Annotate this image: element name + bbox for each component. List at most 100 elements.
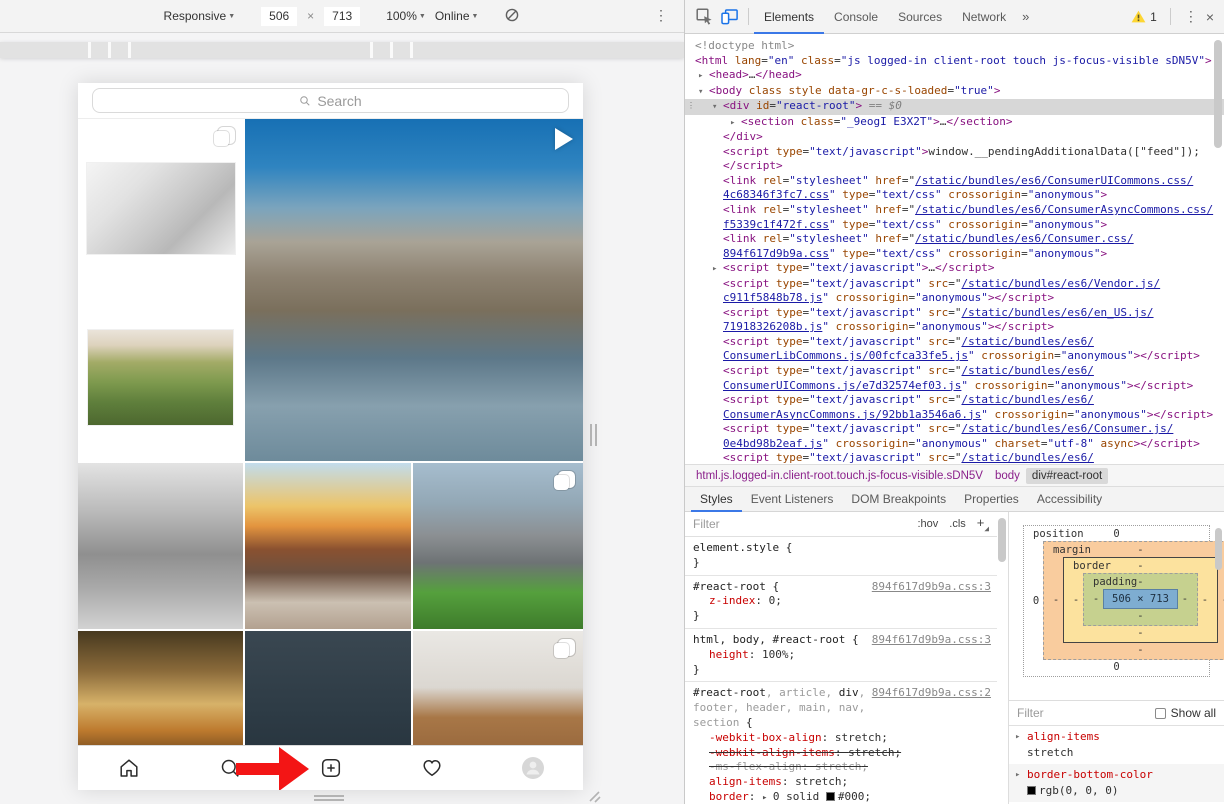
devtools-menu-icon[interactable]: ⋮ bbox=[1184, 8, 1198, 25]
elements-scrollbar-thumb[interactable] bbox=[1214, 40, 1222, 148]
elements-tree-line[interactable]: ▸<script type="text/javascript">…</scrip… bbox=[685, 261, 1224, 277]
elements-tree-line[interactable]: <link rel="stylesheet" href="/static/bun… bbox=[685, 203, 1224, 218]
post-tile-mountain-river[interactable] bbox=[245, 119, 583, 461]
no-throttling-icon[interactable] bbox=[504, 7, 520, 26]
css-property[interactable]: -ms-flex-align: stretch; bbox=[693, 760, 991, 775]
elements-tree-line[interactable]: </div> bbox=[685, 130, 1224, 145]
close-icon[interactable]: × bbox=[1206, 9, 1214, 25]
pseudo-state-toggle[interactable]: :hov bbox=[917, 518, 938, 530]
style-rule[interactable]: 894f617d9b9a.css:2#react-root, article, … bbox=[685, 682, 997, 804]
expand-arrow-closed[interactable]: ▸ bbox=[712, 262, 723, 277]
elements-tree-line[interactable]: <link rel="stylesheet" href="/static/bun… bbox=[685, 232, 1224, 247]
viewport-resize-handle-corner[interactable] bbox=[587, 789, 601, 803]
more-tabs-button[interactable]: » bbox=[1016, 9, 1035, 24]
elements-tree-line-selected[interactable]: ⋮▾<div id="react-root"> == $0 bbox=[685, 99, 1224, 115]
elements-tree-line[interactable]: <script type="text/javascript">window.__… bbox=[685, 145, 1224, 160]
elements-tree-line[interactable]: ConsumerAsyncCommons.js/92bb1a3546a6.js"… bbox=[685, 408, 1224, 423]
device-toolbar-menu-icon[interactable]: ⋮ bbox=[654, 7, 668, 24]
post-tile-snowy-forest[interactable] bbox=[78, 463, 243, 629]
search-input[interactable]: Search bbox=[92, 88, 569, 113]
inspect-element-icon[interactable] bbox=[691, 4, 717, 30]
elements-tree-line[interactable]: <script type="text/javascript" src="/sta… bbox=[685, 277, 1224, 292]
elements-tree-line[interactable]: <!doctype html> bbox=[685, 39, 1224, 54]
new-post-button[interactable] bbox=[309, 746, 353, 790]
elements-tree-line[interactable]: ▸<section class="_9eogI E3X2T">…</sectio… bbox=[685, 115, 1224, 131]
computed-property[interactable]: ▸align-itemsstretch bbox=[1009, 726, 1224, 764]
elements-tree-line[interactable]: <script type="text/javascript" src="/sta… bbox=[685, 335, 1224, 350]
css-property[interactable]: -webkit-box-align: stretch; bbox=[693, 731, 991, 746]
new-style-rule-button[interactable]: +◢ bbox=[977, 515, 989, 533]
sidebar-tab-event-listeners[interactable]: Event Listeners bbox=[742, 487, 843, 512]
expand-arrow-closed[interactable]: ▸ bbox=[730, 116, 741, 131]
stylesheet-source-link[interactable]: 894f617d9b9a.css:3 bbox=[872, 633, 991, 648]
stylesheet-source-link[interactable]: 894f617d9b9a.css:3 bbox=[872, 580, 991, 595]
elements-tree-line[interactable]: </script> bbox=[685, 159, 1224, 174]
elements-tree-line[interactable]: <script type="text/javascript" src="/sta… bbox=[685, 422, 1224, 437]
class-toggle[interactable]: .cls bbox=[949, 518, 966, 530]
post-tile-autumn-lake[interactable] bbox=[78, 631, 243, 745]
breadcrumb-item[interactable]: html.js.logged-in.client-root.touch.js-f… bbox=[690, 468, 989, 484]
css-property[interactable]: z-index: 0; bbox=[693, 594, 991, 609]
console-warning-badge[interactable]: 1 bbox=[1131, 10, 1157, 24]
box-model-diagram[interactable]: position0 0 margin- - border- - bbox=[1009, 512, 1224, 701]
expand-arrow-open[interactable]: ▾ bbox=[698, 85, 709, 100]
post-tile-dark-pine-forest[interactable] bbox=[245, 631, 411, 745]
viewport-resize-handle-bottom[interactable] bbox=[314, 795, 344, 802]
viewport-height-input[interactable] bbox=[324, 7, 360, 26]
home-button[interactable] bbox=[107, 746, 151, 790]
device-type-dropdown[interactable]: Responsive ▼ bbox=[164, 9, 236, 23]
breadcrumb-item[interactable]: div#react-root bbox=[1026, 468, 1108, 484]
expand-arrow-closed[interactable]: ▸ bbox=[698, 69, 709, 84]
computed-property[interactable]: ▸border-bottom-colorrgb(0, 0, 0) bbox=[1009, 764, 1224, 802]
elements-tree-line[interactable]: ▾<body class style data-gr-c-s-loaded="t… bbox=[685, 84, 1224, 100]
show-all-checkbox[interactable] bbox=[1155, 708, 1166, 719]
viewport-width-input[interactable] bbox=[261, 7, 297, 26]
style-rule[interactable]: element.style {} bbox=[685, 537, 997, 576]
elements-tree-line[interactable]: <script type="text/javascript" src="/sta… bbox=[685, 306, 1224, 321]
css-property[interactable]: border: ▸ 0 solid #000; bbox=[693, 790, 991, 804]
post-tile-veil-archway[interactable] bbox=[78, 119, 243, 289]
post-tile-white-garage[interactable] bbox=[413, 631, 583, 745]
post-tile-brutalist-building[interactable] bbox=[413, 463, 583, 629]
scrollbar-thumb[interactable] bbox=[998, 518, 1006, 562]
elements-tree-line[interactable]: 0e4bd98b2eaf.js" crossorigin="anonymous"… bbox=[685, 437, 1224, 452]
stylesheet-source-link[interactable]: 894f617d9b9a.css:2 bbox=[872, 686, 991, 701]
post-tile-sunset-field[interactable] bbox=[78, 291, 243, 461]
viewport-resize-handle-right[interactable] bbox=[590, 424, 599, 446]
color-swatch[interactable] bbox=[826, 792, 835, 801]
network-throttle-dropdown[interactable]: Online ▼ bbox=[435, 9, 479, 23]
sidebar-tab-accessibility[interactable]: Accessibility bbox=[1028, 487, 1111, 512]
style-rule[interactable]: 894f617d9b9a.css:3html, body, #react-roo… bbox=[685, 629, 997, 682]
elements-tree-line[interactable]: f5339c1f472f.css" type="text/css" crosso… bbox=[685, 218, 1224, 233]
elements-tree-line[interactable]: <script type="text/javascript" src="/sta… bbox=[685, 451, 1224, 464]
expand-arrow-open[interactable]: ▾ bbox=[712, 100, 723, 115]
elements-tree-line[interactable]: <script type="text/javascript" src="/sta… bbox=[685, 364, 1224, 379]
elements-tree-line[interactable]: c911f5848b78.js" crossorigin="anonymous"… bbox=[685, 291, 1224, 306]
elements-tree-line[interactable]: ConsumerLibCommons.js/00fcfca33fe5.js" c… bbox=[685, 349, 1224, 364]
breadcrumb-item[interactable]: body bbox=[989, 468, 1026, 484]
sidebar-tab-dom-breakpoints[interactable]: DOM Breakpoints bbox=[842, 487, 955, 512]
devtools-tab-elements[interactable]: Elements bbox=[754, 0, 824, 34]
elements-tree-line[interactable]: 71918326208b.js" crossorigin="anonymous"… bbox=[685, 320, 1224, 335]
styles-filter-input[interactable]: Filter bbox=[693, 517, 720, 531]
toggle-device-toolbar-icon[interactable] bbox=[717, 4, 743, 30]
elements-tree-line[interactable]: ▸<head>…</head> bbox=[685, 68, 1224, 84]
elements-tree-line[interactable]: <link rel="stylesheet" href="/static/bun… bbox=[685, 174, 1224, 189]
media-query-bar[interactable] bbox=[0, 42, 684, 58]
elements-tree-line[interactable]: ConsumerUICommons.js/e7d32574ef03.js" cr… bbox=[685, 379, 1224, 394]
devtools-tab-console[interactable]: Console bbox=[824, 0, 888, 34]
css-property[interactable]: align-items: stretch; bbox=[693, 775, 991, 790]
devtools-tab-sources[interactable]: Sources bbox=[888, 0, 952, 34]
activity-button[interactable] bbox=[410, 746, 454, 790]
elements-tree-line[interactable]: 4c68346f3fc7.css" type="text/css" crosso… bbox=[685, 188, 1224, 203]
style-rule[interactable]: 894f617d9b9a.css:3#react-root {z-index: … bbox=[685, 576, 997, 629]
elements-tree-line[interactable]: <script type="text/javascript" src="/sta… bbox=[685, 393, 1224, 408]
zoom-dropdown[interactable]: 100% ▼ bbox=[386, 9, 426, 23]
css-property[interactable]: height: 100%; bbox=[693, 648, 991, 663]
elements-tree-line[interactable]: <html lang="en" class="js logged-in clie… bbox=[685, 54, 1224, 69]
devtools-tab-network[interactable]: Network bbox=[952, 0, 1016, 34]
css-property[interactable]: -webkit-align-items: stretch; bbox=[693, 746, 991, 761]
sidebar-tab-styles[interactable]: Styles bbox=[691, 487, 742, 512]
sidebar-tab-properties[interactable]: Properties bbox=[955, 487, 1028, 512]
box-model-scrollbar-thumb[interactable] bbox=[1215, 528, 1222, 570]
